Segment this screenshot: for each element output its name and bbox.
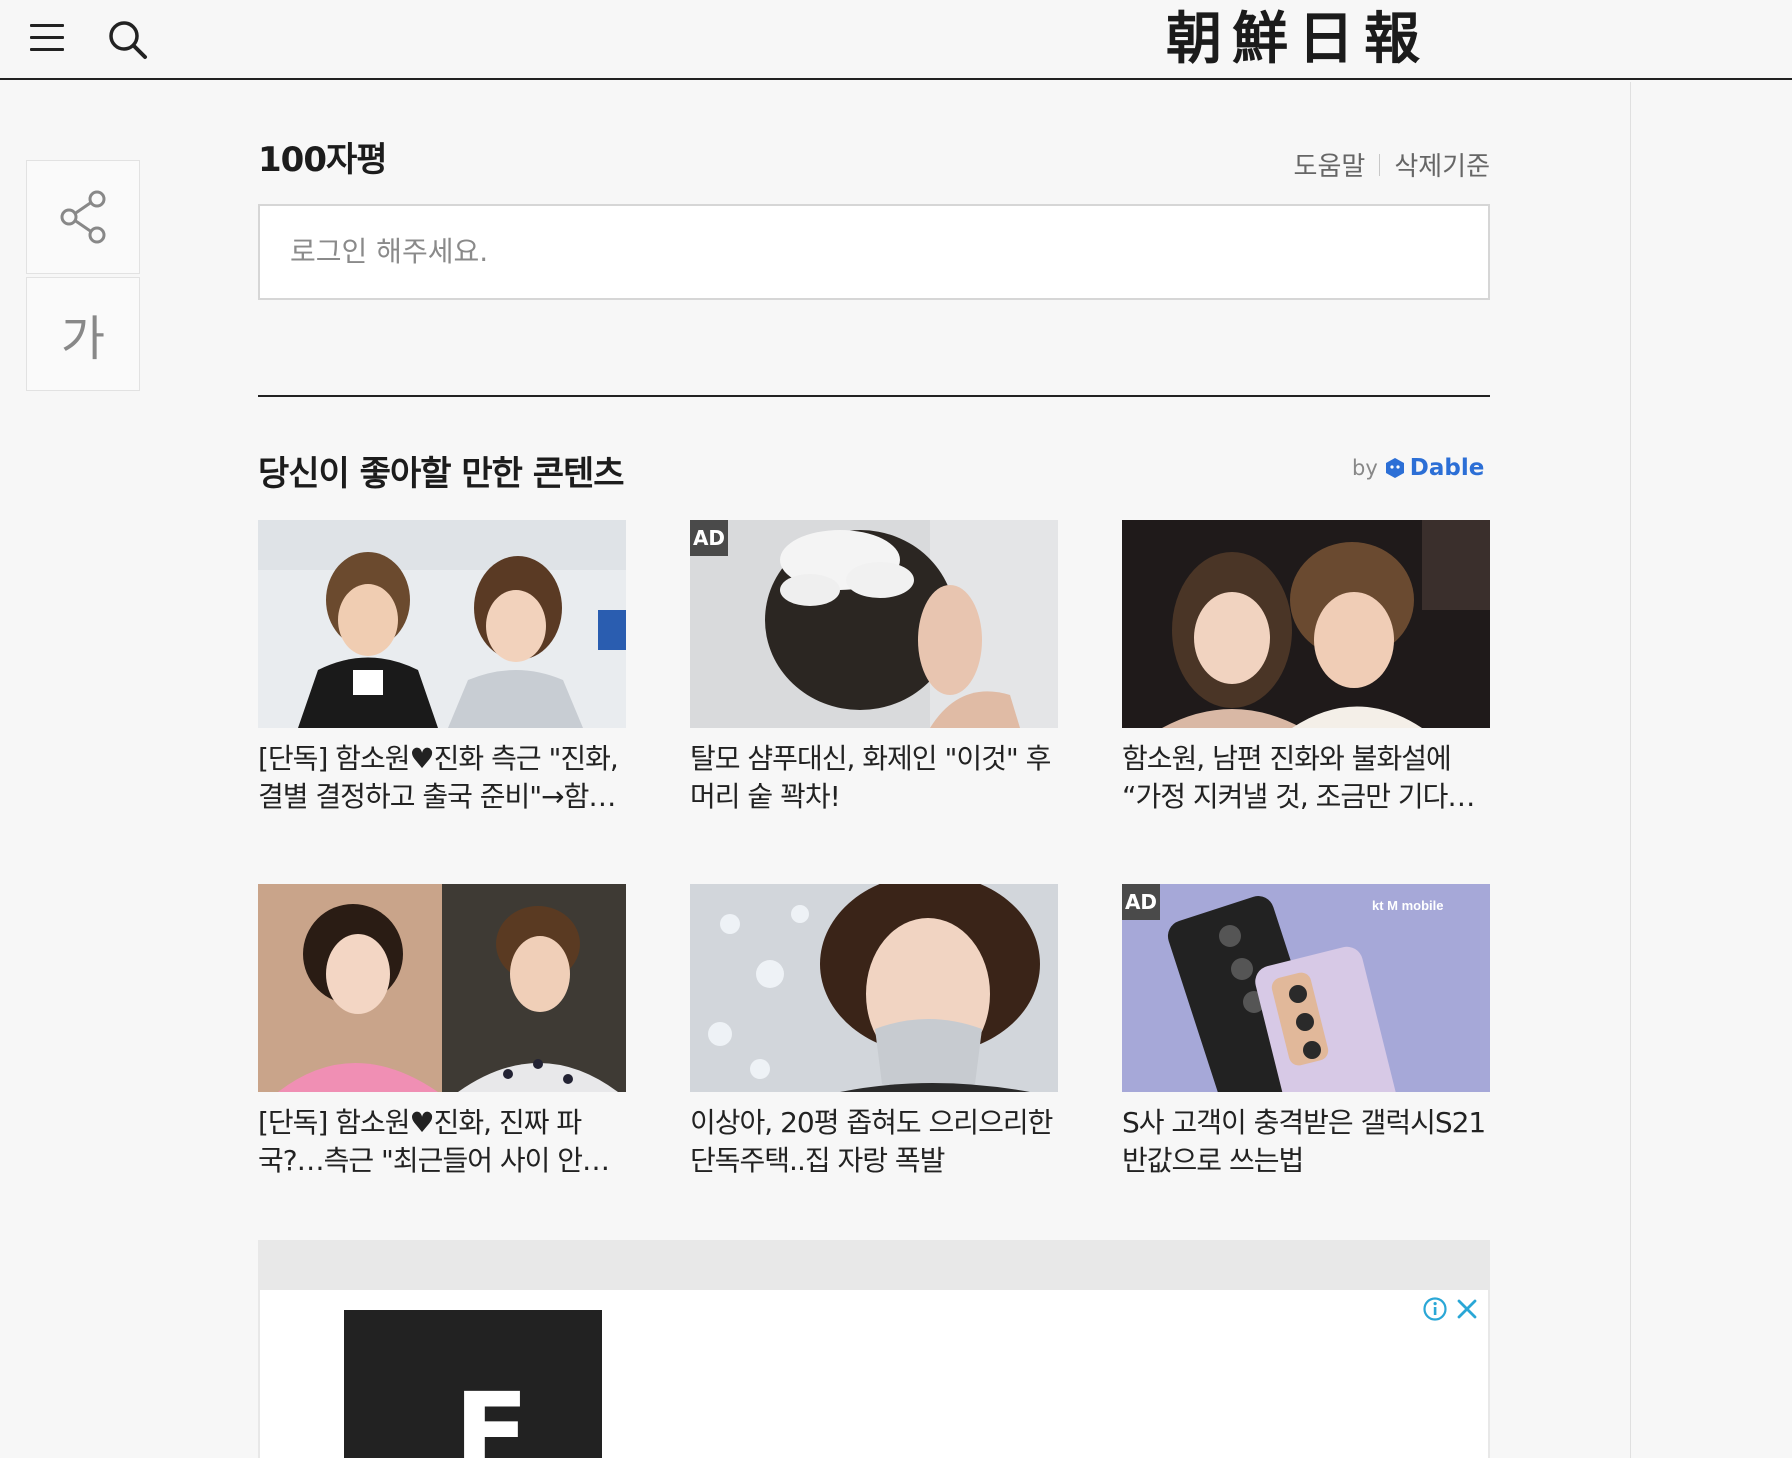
comments-title: 100자평 <box>258 140 388 180</box>
card-title: 함소원, 남편 진화와 불화설에 “가정 지켜낼 것, 조금만 기다… <box>1122 742 1475 813</box>
info-icon[interactable] <box>1422 1296 1448 1322</box>
ad-badge: AD <box>690 520 728 556</box>
article-side-tools: 가 <box>26 160 142 391</box>
card-title: [단독] 함소원♥진화 측근 "진화, 결별 결정하고 출국 준비"→함… <box>258 742 619 813</box>
recommendation-card[interactable]: kt M mobile AD S사 고객이 충격받은 갤럭시S21 반값으로 쓰… <box>1122 884 1490 1180</box>
thumb-brand-text: kt M mobile <box>1372 898 1444 913</box>
site-header: 朝鮮日報 <box>0 0 1792 80</box>
share-icon <box>60 190 106 244</box>
dable-attribution[interactable]: by Dable <box>1352 455 1484 481</box>
comments-links: 도움말 삭제기준 <box>1294 146 1490 183</box>
search-icon[interactable] <box>106 18 150 62</box>
recommendations-title: 당신이 좋아할 만한 콘텐츠 <box>258 454 625 494</box>
help-link[interactable]: 도움말 <box>1294 146 1366 183</box>
font-size-label: 가 <box>60 311 106 367</box>
font-size-button[interactable]: 가 <box>26 277 140 391</box>
by-label: by <box>1352 456 1378 480</box>
ad-logo-letter: F <box>454 1369 530 1458</box>
card-thumbnail <box>1122 520 1490 728</box>
recommendation-card[interactable]: [단독] 함소원♥진화 측근 "진화, 결별 결정하고 출국 준비"→함… <box>258 520 626 816</box>
right-column-divider <box>1630 82 1631 1458</box>
dable-brand: Dable <box>1409 455 1485 481</box>
hamburger-menu-icon[interactable] <box>30 22 66 54</box>
card-title: 탈모 샴푸대신, 화제인 "이것" 후 머리 숱 꽉차! <box>690 742 1051 813</box>
ad-banner-content[interactable]: F <box>260 1290 1488 1458</box>
ad-banner: F <box>258 1240 1490 1458</box>
site-logo[interactable]: 朝鮮日報 <box>1166 4 1430 74</box>
card-thumbnail: AD <box>690 520 1058 728</box>
card-title: 이상아, 20평 좁혀도 으리으리한 단독주택..집 자랑 폭발 <box>690 1106 1053 1177</box>
ad-badge: AD <box>1122 884 1160 920</box>
recommendation-card[interactable]: 함소원, 남편 진화와 불화설에 “가정 지켜낼 것, 조금만 기다… <box>1122 520 1490 816</box>
share-button[interactable] <box>26 160 140 274</box>
card-thumbnail <box>258 884 626 1092</box>
card-thumbnail <box>690 884 1058 1092</box>
link-divider <box>1379 153 1381 176</box>
ad-logo[interactable]: F <box>344 1310 602 1458</box>
recommendation-card[interactable]: [단독] 함소원♥진화, 진짜 파국?…측근 "최근들어 사이 안… <box>258 884 626 1180</box>
comment-input[interactable]: 로그인 해주세요. <box>258 204 1490 300</box>
delete-policy-link[interactable]: 삭제기준 <box>1394 146 1490 183</box>
recommendation-card[interactable]: AD 탈모 샴푸대신, 화제인 "이것" 후 머리 숱 꽉차! <box>690 520 1058 816</box>
close-icon[interactable] <box>1454 1296 1480 1322</box>
card-title: [단독] 함소원♥진화, 진짜 파국?…측근 "최근들어 사이 안… <box>258 1106 610 1177</box>
section-divider <box>258 395 1490 397</box>
card-thumbnail: kt M mobile AD <box>1122 884 1490 1092</box>
card-title: S사 고객이 충격받은 갤럭시S21 반값으로 쓰는법 <box>1122 1106 1486 1177</box>
dable-logo-icon <box>1385 458 1404 478</box>
card-thumbnail <box>258 520 626 728</box>
recommendation-card[interactable]: 이상아, 20평 좁혀도 으리으리한 단독주택..집 자랑 폭발 <box>690 884 1058 1180</box>
